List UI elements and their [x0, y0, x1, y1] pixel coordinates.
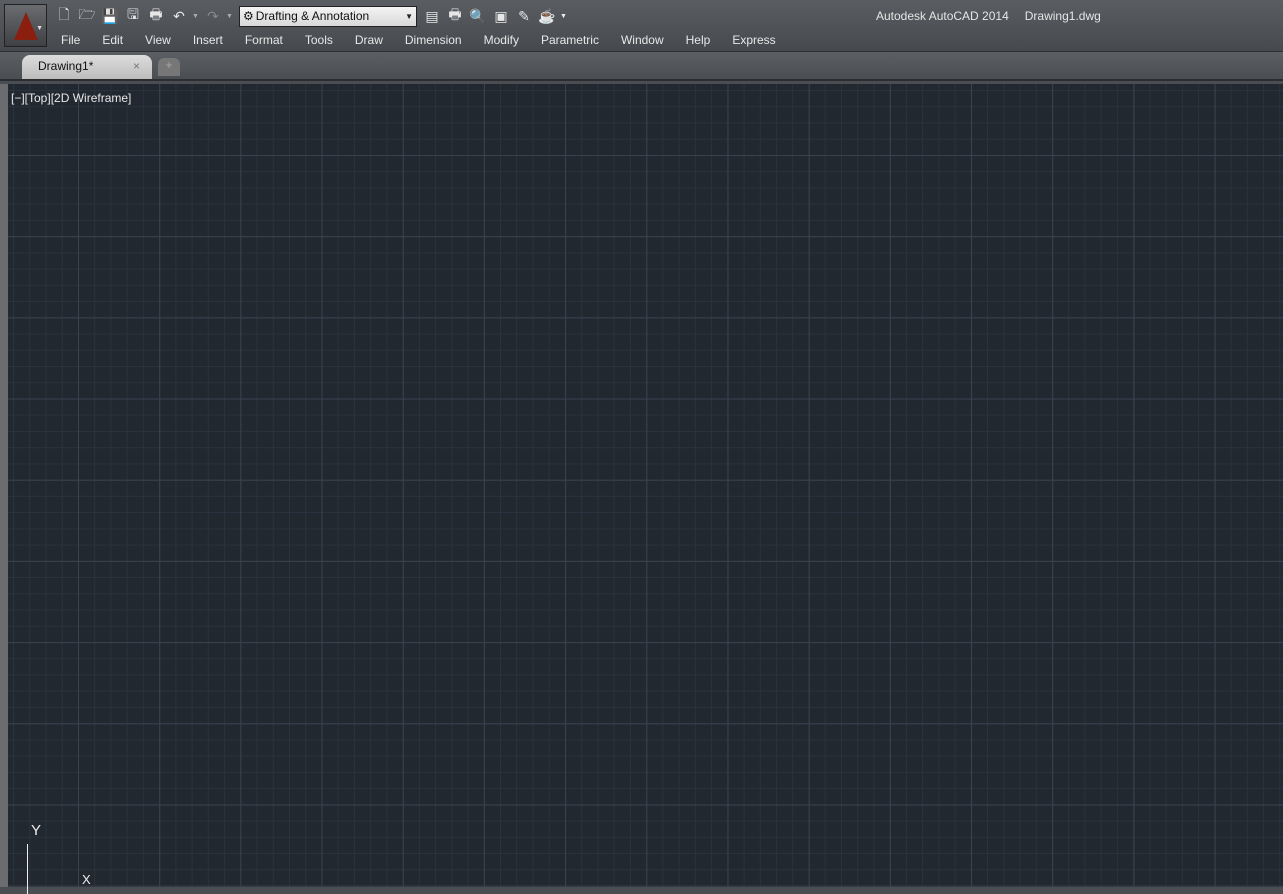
menu-modify[interactable]: Modify: [473, 33, 530, 47]
ucs-y-label: Y: [31, 822, 42, 839]
menu-file[interactable]: File: [50, 33, 91, 47]
render-icon[interactable]: ☕: [537, 6, 557, 26]
undo-dropdown-icon[interactable]: ▼: [192, 13, 200, 20]
autocad-logo-icon: [13, 11, 38, 40]
customize-dropdown-icon[interactable]: ▼: [560, 13, 568, 20]
menu-draw[interactable]: Draw: [344, 33, 394, 47]
quick-access-toolbar: 🗋 🗁 💾 🖫 🖶 ↶ ▼ ↷ ▼ ⚙ Drafting & Annotation ▼ …: [54, 5, 568, 27]
workspace-label: Drafting & Annotation: [255, 9, 370, 23]
window-title: Autodesk AutoCAD 2014 Drawing1.dwg: [876, 9, 1101, 23]
app-name: Autodesk AutoCAD 2014: [876, 9, 1009, 23]
menu-dimension[interactable]: Dimension: [394, 33, 473, 47]
drawing-canvas[interactable]: [−][Top][2D Wireframe] Y X: [8, 84, 1283, 894]
file-tab-bar: Drawing1* × +: [0, 52, 1283, 81]
viewport-controls[interactable]: [−][Top][2D Wireframe]: [11, 91, 131, 105]
chevron-down-icon: ▼: [36, 25, 43, 32]
menu-tools[interactable]: Tools: [294, 33, 344, 47]
match-properties-icon[interactable]: ✎: [514, 6, 534, 26]
redo-icon[interactable]: ↷: [203, 6, 223, 26]
workspace-dropdown[interactable]: ⚙ Drafting & Annotation ▼: [239, 5, 417, 27]
menu-format[interactable]: Format: [234, 33, 294, 47]
redo-dropdown-icon[interactable]: ▼: [226, 13, 234, 20]
window-border: [0, 84, 8, 887]
menu-express[interactable]: Express: [721, 33, 786, 47]
ucs-x-label: X: [82, 872, 91, 887]
title-bar: ▼ 🗋 🗁 💾 🖫 🖶 ↶ ▼ ↷ ▼ ⚙ Drafting & Annotation…: [0, 0, 1283, 52]
menu-bar: File Edit View Insert Format Tools Draw …: [50, 33, 787, 47]
menu-parametric[interactable]: Parametric: [530, 33, 610, 47]
gear-icon: ⚙: [243, 9, 254, 23]
chevron-down-icon: ▼: [405, 11, 413, 21]
new-icon[interactable]: 🗋: [54, 6, 74, 26]
plot-preview-icon[interactable]: 🔍: [468, 6, 488, 26]
menu-insert[interactable]: Insert: [182, 33, 234, 47]
menu-view[interactable]: View: [134, 33, 182, 47]
plot-icon[interactable]: 🖶: [146, 6, 166, 26]
menu-help[interactable]: Help: [675, 33, 722, 47]
publish-icon[interactable]: ▤: [422, 6, 442, 26]
tab-drawing1[interactable]: Drawing1* ×: [22, 55, 152, 79]
new-tab-button[interactable]: +: [158, 58, 180, 76]
tab-label: Drawing1*: [38, 59, 94, 73]
document-name: Drawing1.dwg: [1024, 9, 1101, 23]
save-icon[interactable]: 💾: [100, 6, 120, 26]
save-as-icon[interactable]: 🖫: [123, 6, 143, 26]
properties-icon[interactable]: ▣: [491, 6, 511, 26]
close-icon[interactable]: ×: [133, 59, 140, 73]
plus-icon: +: [165, 58, 173, 72]
menu-window[interactable]: Window: [610, 33, 675, 47]
application-menu-button[interactable]: ▼: [4, 4, 47, 47]
undo-icon[interactable]: ↶: [169, 6, 189, 26]
batch-plot-icon[interactable]: 🖶: [445, 6, 465, 26]
open-icon[interactable]: 🗁: [77, 6, 97, 26]
menu-edit[interactable]: Edit: [91, 33, 134, 47]
